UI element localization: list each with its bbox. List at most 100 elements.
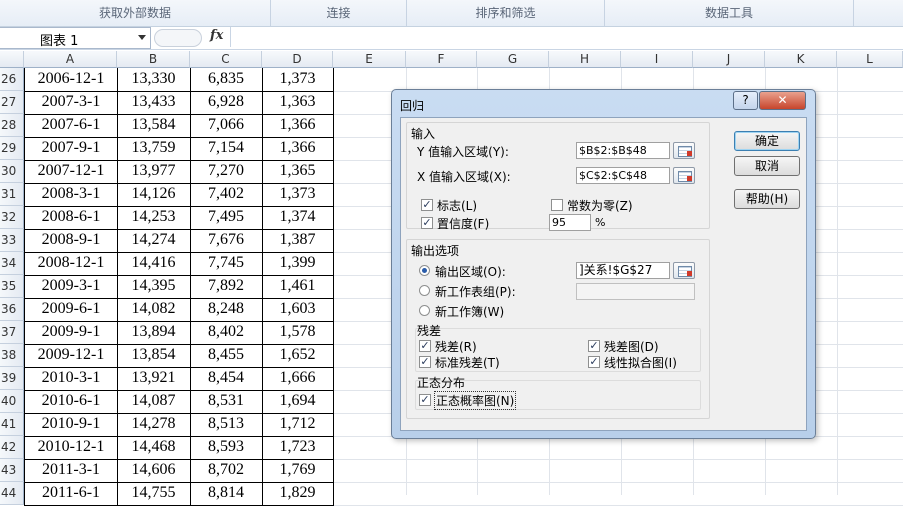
cell-b[interactable]: 14,468 [117,436,191,460]
row-header[interactable]: 44 [0,482,24,505]
labels-checkbox[interactable]: ✓ [421,199,433,211]
cell-a[interactable]: 2006-12-1 [24,68,118,92]
cell-b[interactable]: 14,087 [117,390,191,414]
cell-c[interactable]: 7,892 [190,275,263,299]
cell-b[interactable]: 14,126 [117,183,191,207]
cell-a[interactable]: 2010-6-1 [24,390,118,414]
cell-b[interactable]: 13,921 [117,367,191,391]
cell-c[interactable]: 8,513 [190,413,263,437]
row-header[interactable]: 33 [0,229,24,252]
new-worksheet-radio[interactable] [419,285,430,296]
cell-c[interactable]: 8,531 [190,390,263,414]
cancel-button[interactable]: 取消 [734,156,800,176]
cell-b[interactable]: 14,606 [117,459,191,483]
constant-zero-checkbox[interactable] [551,199,563,211]
row-header[interactable]: 39 [0,367,24,390]
confidence-input[interactable]: 95 [549,214,591,231]
cell-c[interactable]: 7,495 [190,206,263,230]
cell-a[interactable]: 2007-6-1 [24,114,118,138]
cell-d[interactable]: 1,652 [262,344,334,368]
cell-a[interactable]: 2009-12-1 [24,344,118,368]
y-range-input[interactable]: $B$2:$B$48 [576,142,670,159]
row-header[interactable]: 30 [0,160,24,183]
cell-b[interactable]: 14,082 [117,298,191,322]
range-picker-icon[interactable] [673,167,695,184]
cell-b[interactable]: 13,977 [117,160,191,184]
row-header[interactable]: 34 [0,252,24,275]
column-header-e[interactable]: E [333,51,406,68]
new-worksheet-input[interactable] [576,283,695,300]
cell-d[interactable]: 1,363 [262,91,334,115]
row-header[interactable]: 35 [0,275,24,298]
close-icon[interactable]: ✕ [759,91,806,110]
row-header[interactable]: 26 [0,68,24,91]
range-picker-icon[interactable] [673,262,695,279]
column-header-j[interactable]: J [693,51,765,68]
cell-c[interactable]: 7,745 [190,252,263,276]
cell-d[interactable]: 1,373 [262,68,334,92]
column-header-a[interactable]: A [24,51,117,68]
cell-c[interactable]: 8,248 [190,298,263,322]
row-header[interactable]: 28 [0,114,24,137]
row-header[interactable]: 32 [0,206,24,229]
line-fit-plots-checkbox[interactable]: ✓ [588,356,600,368]
chevron-down-icon[interactable] [138,35,146,40]
cell-d[interactable]: 1,723 [262,436,334,460]
column-header-h[interactable]: H [549,51,621,68]
column-header-c[interactable]: C [190,51,262,68]
cell-c[interactable]: 8,402 [190,321,263,345]
cell-d[interactable]: 1,666 [262,367,334,391]
cell-a[interactable]: 2007-9-1 [24,137,118,161]
residuals-checkbox[interactable]: ✓ [419,340,431,352]
normal-probability-checkbox[interactable]: ✓ [419,394,431,406]
residual-plots-checkbox[interactable]: ✓ [588,340,600,352]
row-header[interactable]: 41 [0,413,24,436]
cell-c[interactable]: 6,928 [190,91,263,115]
column-header-k[interactable]: K [765,51,837,68]
cell-d[interactable]: 1,461 [262,275,334,299]
ok-button[interactable]: 确定 [734,131,800,151]
row-header[interactable]: 43 [0,459,24,482]
cell-d[interactable]: 1,387 [262,229,334,253]
cell-c[interactable]: 8,455 [190,344,263,368]
cell-a[interactable]: 2010-12-1 [24,436,118,460]
cell-c[interactable]: 7,154 [190,137,263,161]
confidence-checkbox[interactable]: ✓ [421,217,433,229]
cell-d[interactable]: 1,365 [262,160,334,184]
cell-d[interactable]: 1,374 [262,206,334,230]
cell-a[interactable]: 2007-3-1 [24,91,118,115]
formula-input[interactable] [230,27,903,47]
cell-b[interactable]: 13,584 [117,114,191,138]
cell-c[interactable]: 7,066 [190,114,263,138]
cell-b[interactable]: 13,330 [117,68,191,92]
help-title-button[interactable]: ? [733,91,758,110]
cell-c[interactable]: 7,676 [190,229,263,253]
column-header-b[interactable]: B [117,51,190,68]
row-header[interactable]: 42 [0,436,24,459]
cell-a[interactable]: 2011-6-1 [24,482,118,506]
cell-c[interactable]: 8,702 [190,459,263,483]
cell-a[interactable]: 2008-12-1 [24,252,118,276]
cell-a[interactable]: 2009-3-1 [24,275,118,299]
row-header[interactable]: 40 [0,390,24,413]
help-button[interactable]: 帮助(H) [734,189,800,209]
cell-d[interactable]: 1,712 [262,413,334,437]
cell-b[interactable]: 14,253 [117,206,191,230]
cell-c[interactable]: 7,402 [190,183,263,207]
cell-d[interactable]: 1,399 [262,252,334,276]
row-header[interactable]: 36 [0,298,24,321]
row-header[interactable]: 37 [0,321,24,344]
cell-a[interactable]: 2009-6-1 [24,298,118,322]
x-range-input[interactable]: $C$2:$C$48 [576,167,670,184]
cell-a[interactable]: 2008-3-1 [24,183,118,207]
row-header[interactable]: 27 [0,91,24,114]
cell-b[interactable]: 14,416 [117,252,191,276]
range-picker-icon[interactable] [673,142,695,159]
cell-c[interactable]: 7,270 [190,160,263,184]
column-header-g[interactable]: G [477,51,549,68]
cell-a[interactable]: 2008-6-1 [24,206,118,230]
cell-b[interactable]: 14,395 [117,275,191,299]
cell-b[interactable]: 14,278 [117,413,191,437]
output-range-input[interactable]: ]关系!$G$27 [576,262,670,279]
column-header-f[interactable]: F [406,51,477,68]
